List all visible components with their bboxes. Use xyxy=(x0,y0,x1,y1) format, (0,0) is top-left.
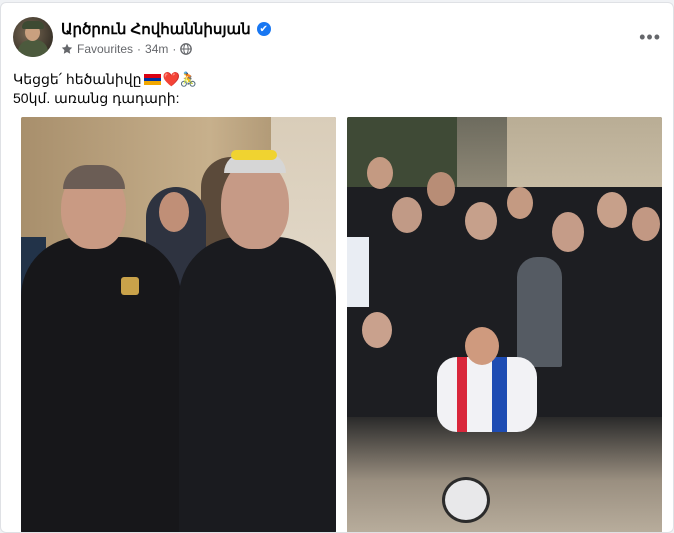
more-options-icon[interactable]: ••• xyxy=(639,28,661,46)
post-text-line-1: Կեցցե՛ հեծանիվը ❤️🚴 xyxy=(13,70,197,89)
post-text-line-1-emoji: ❤️🚴 xyxy=(162,71,198,87)
audience-label[interactable]: Favourites xyxy=(77,42,133,56)
star-icon xyxy=(61,43,73,54)
meta-separator: · xyxy=(137,42,142,56)
author-name[interactable]: Արծրուն Հովհաննիսյան xyxy=(61,20,251,38)
post-card: Արծրուն Հովհաննիսյան ✔ Favourites · 34m … xyxy=(0,2,674,533)
post-meta: Favourites · 34m · xyxy=(61,42,193,56)
post-text-line-1-text: Կեցցե՛ հեծանիվը xyxy=(13,71,142,87)
post-text-line-2: 50կմ. առանց դադարի: xyxy=(13,90,180,106)
author-avatar[interactable] xyxy=(13,17,53,57)
post-photo-2[interactable] xyxy=(347,117,662,532)
verified-badge-icon: ✔ xyxy=(256,22,271,36)
post-time[interactable]: 34m xyxy=(145,42,168,56)
globe-icon[interactable] xyxy=(180,43,193,55)
post-text: Կեցցե՛ հեծանիվը ❤️🚴 50կմ. առանց դադարի: xyxy=(13,70,197,108)
post-photo-1[interactable] xyxy=(21,117,336,532)
meta-separator-2: · xyxy=(172,42,177,56)
armenian-flag-icon xyxy=(143,74,161,85)
author-row: Արծրուն Հովհաննիսյան ✔ xyxy=(61,20,271,38)
